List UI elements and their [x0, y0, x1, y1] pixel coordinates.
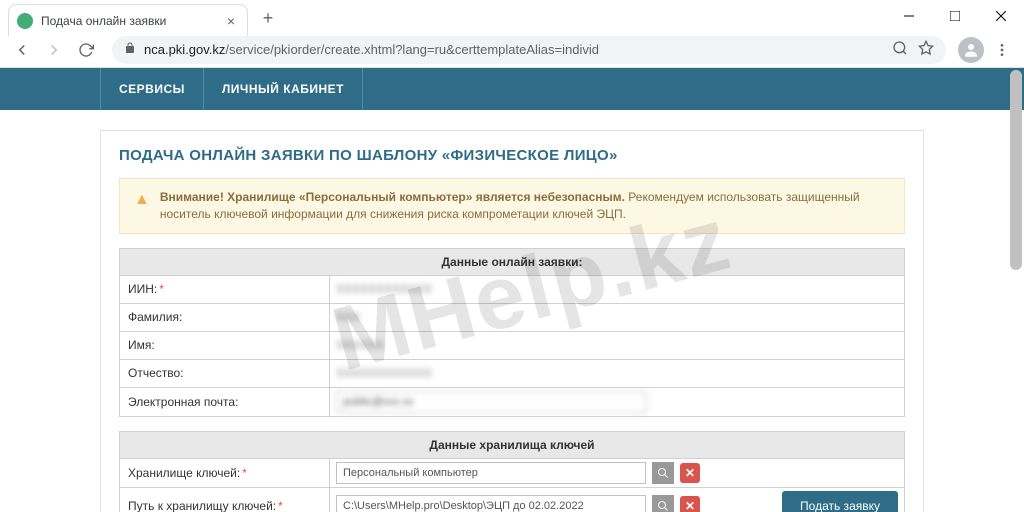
keystore-browse-button[interactable]	[652, 462, 674, 484]
close-window-button[interactable]	[978, 0, 1024, 32]
lock-icon	[124, 42, 136, 57]
warning-alert: ▲ Внимание! Хранилище «Персональный комп…	[119, 178, 905, 234]
label-patronymic: Отчество:	[128, 366, 184, 380]
back-button[interactable]	[8, 36, 36, 64]
value-patronymic: XXXXXXXXXXXX	[336, 366, 432, 380]
zoom-icon[interactable]	[892, 40, 908, 59]
required-mark: *	[242, 466, 247, 480]
keystore-path-input[interactable]	[336, 495, 646, 512]
url-path: /service/pkiorder/create.xhtml?lang=ru&c…	[225, 42, 599, 57]
maximize-button[interactable]	[932, 0, 978, 32]
menu-button[interactable]	[988, 36, 1016, 64]
label-name: Имя:	[128, 338, 155, 352]
minimize-button[interactable]	[886, 0, 932, 32]
address-bar[interactable]: nca.pki.gov.kz/service/pkiorder/create.x…	[112, 36, 946, 64]
email-input[interactable]	[336, 391, 646, 413]
url-host: nca.pki.gov.kz	[144, 42, 225, 57]
browser-tab[interactable]: Подача онлайн заявки ×	[8, 4, 248, 36]
form-card: ПОДАЧА ОНЛАЙН ЗАЯВКИ ПО ШАБЛОНУ «ФИЗИЧЕС…	[100, 130, 924, 512]
section-keystore: Данные хранилища ключей	[119, 431, 905, 459]
keystore-path-browse-button[interactable]	[652, 495, 674, 512]
reload-button[interactable]	[72, 36, 100, 64]
label-keystore-path: Путь к хранилищу ключей:	[128, 499, 276, 512]
label-surname: Фамилия:	[128, 310, 182, 324]
favicon-icon	[17, 13, 33, 29]
label-email: Электронная почта:	[128, 395, 238, 409]
nav-services[interactable]: СЕРВИСЫ	[100, 68, 204, 110]
new-tab-button[interactable]: +	[254, 4, 282, 32]
value-name: XXXXXX	[336, 338, 384, 352]
profile-avatar[interactable]	[958, 37, 984, 63]
window-controls	[886, 0, 1024, 32]
page-title: ПОДАЧА ОНЛАЙН ЗАЯВКИ ПО ШАБЛОНУ «ФИЗИЧЕС…	[119, 147, 905, 164]
star-icon[interactable]	[918, 40, 934, 59]
warning-icon: ▲	[134, 189, 150, 223]
keystore-path-clear-button[interactable]: ✕	[680, 496, 700, 512]
tab-title: Подача онлайн заявки	[41, 14, 223, 28]
browser-toolbar: nca.pki.gov.kz/service/pkiorder/create.x…	[0, 32, 1024, 68]
section-application: Данные онлайн заявки:	[119, 248, 905, 276]
browser-titlebar: Подача онлайн заявки × +	[0, 0, 1024, 32]
required-mark: *	[159, 282, 164, 296]
keystore-input[interactable]	[336, 462, 646, 484]
scrollbar-thumb[interactable]	[1010, 70, 1022, 270]
forward-button[interactable]	[40, 36, 68, 64]
value-iin: XXXXXXXXXXXX	[336, 282, 432, 296]
page-viewport: СЕРВИСЫ ЛИЧНЫЙ КАБИНЕТ ПОДАЧА ОНЛАЙН ЗАЯ…	[0, 68, 1024, 512]
close-tab-icon[interactable]: ×	[223, 13, 239, 29]
nav-cabinet[interactable]: ЛИЧНЫЙ КАБИНЕТ	[204, 68, 363, 110]
alert-bold: Внимание! Хранилище «Персональный компью…	[160, 190, 625, 204]
required-mark: *	[278, 499, 283, 512]
label-keystore: Хранилище ключей:	[128, 466, 240, 480]
value-surname: XXX	[336, 310, 360, 324]
site-navbar: СЕРВИСЫ ЛИЧНЫЙ КАБИНЕТ	[0, 68, 1024, 110]
submit-button[interactable]: Подать заявку	[782, 491, 898, 512]
keystore-clear-button[interactable]: ✕	[680, 463, 700, 483]
label-iin: ИИН:	[128, 282, 157, 296]
